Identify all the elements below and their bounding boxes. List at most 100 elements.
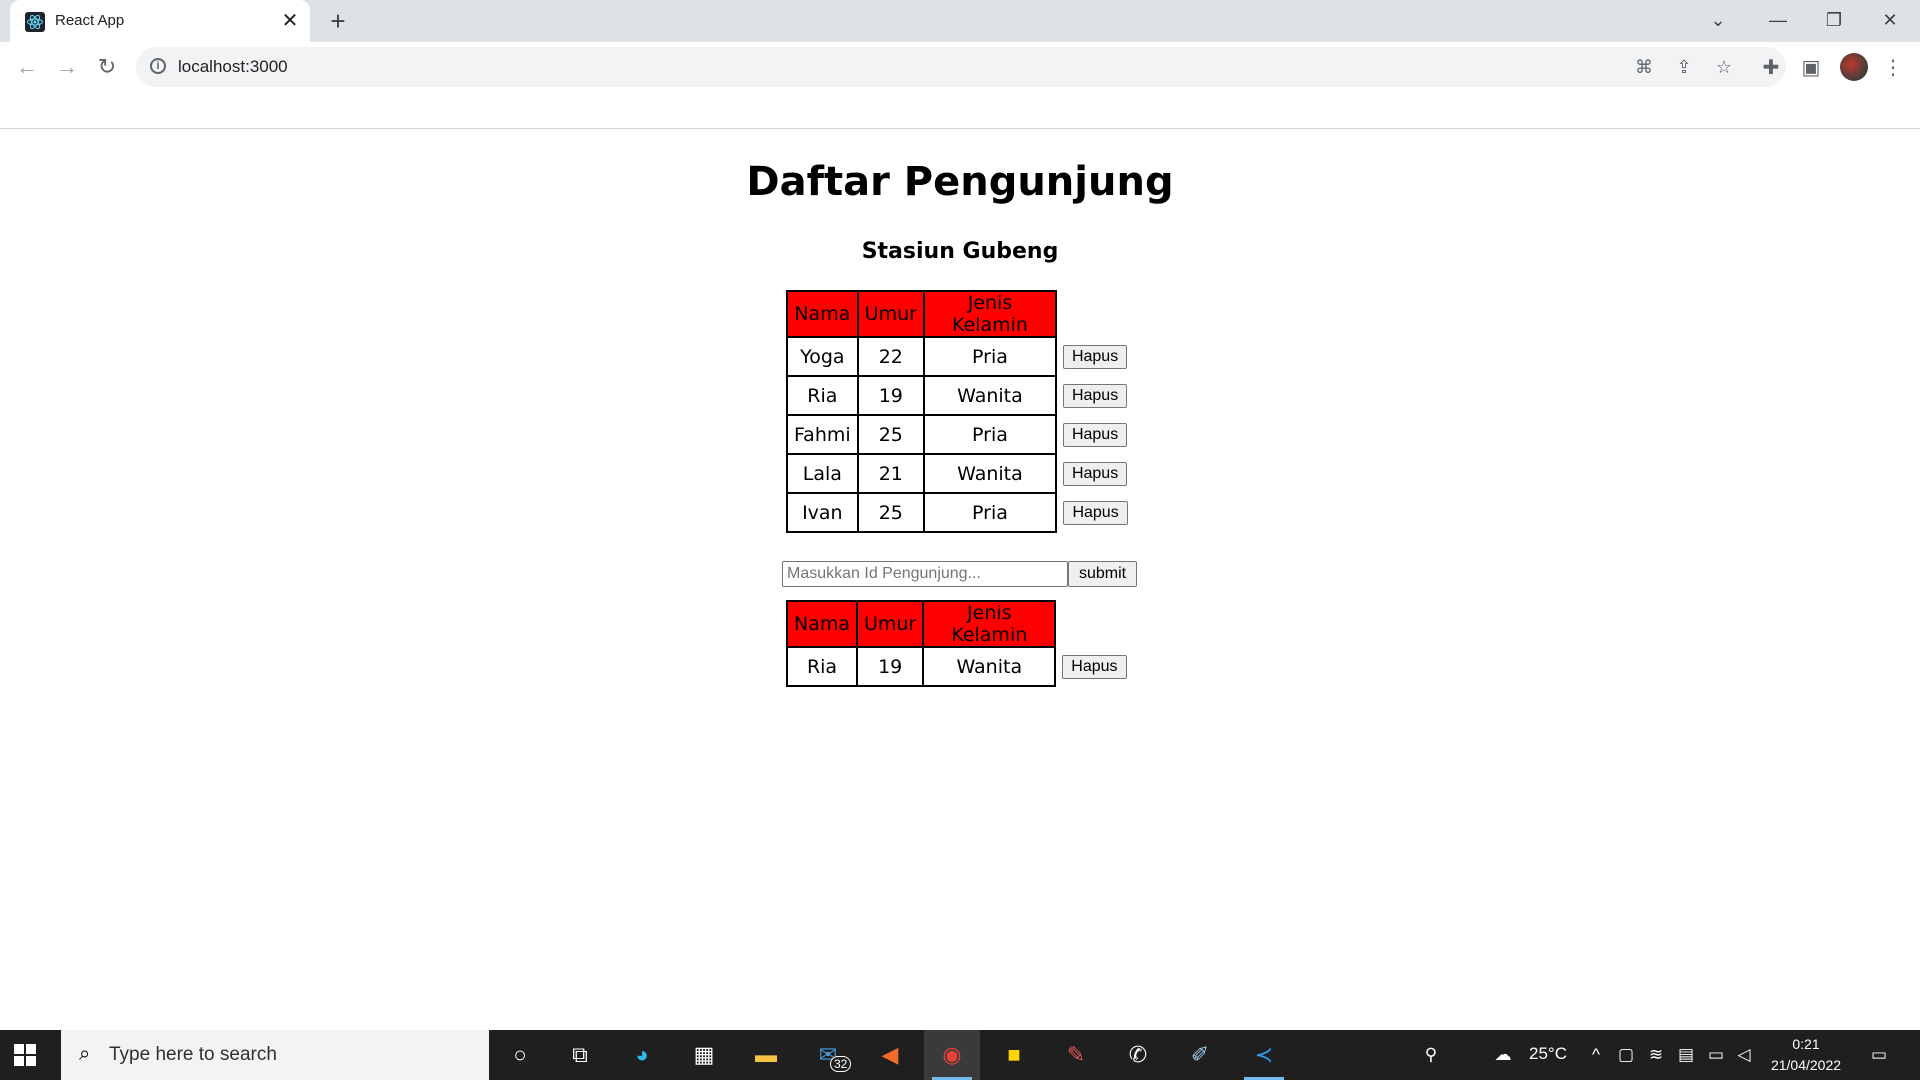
column-header-jenis-kelamin: Jenis Kelamin bbox=[922, 290, 1057, 338]
submit-button[interactable]: submit bbox=[1068, 561, 1137, 587]
new-tab-button[interactable]: + bbox=[325, 8, 351, 34]
cell-nama: Yoga bbox=[786, 336, 859, 377]
wifi-icon[interactable]: ≋ bbox=[1645, 1044, 1667, 1066]
cell-umur: 25 bbox=[856, 414, 925, 455]
close-tab-icon[interactable]: ✕ bbox=[280, 11, 300, 31]
people-icon[interactable]: ⚲ bbox=[1420, 1044, 1442, 1066]
page-title: Daftar Pengunjung bbox=[746, 159, 1174, 205]
back-icon[interactable]: ← bbox=[12, 52, 42, 82]
chrome-icon[interactable]: ◉ bbox=[924, 1030, 980, 1080]
cell-nama: Ria bbox=[786, 375, 859, 416]
table-row: Yoga 22 Pria Hapus bbox=[786, 336, 1134, 377]
mail-badge: 32 bbox=[830, 1056, 852, 1072]
show-hidden-icons-icon[interactable]: ^ bbox=[1585, 1044, 1607, 1066]
address-bar[interactable]: i localhost:3000 ⌘ ⇪ ☆ bbox=[136, 47, 1786, 87]
bookmark-star-icon[interactable]: ☆ bbox=[1712, 55, 1736, 79]
column-header-nama: Nama bbox=[786, 290, 859, 338]
extensions-icon[interactable]: ✚ bbox=[1758, 55, 1784, 81]
task-view-icon[interactable]: ⧉ bbox=[552, 1030, 608, 1080]
menu-icon[interactable]: ⋮ bbox=[1880, 55, 1906, 81]
table-row: Ivan 25 Pria Hapus bbox=[786, 492, 1134, 533]
column-header-nama: Nama bbox=[785, 600, 859, 648]
tab-strip: React App ✕ + ⌄ — ❐ ✕ bbox=[0, 0, 1920, 42]
browser-toolbar: ← → ↻ i localhost:3000 ⌘ ⇪ ☆ ✚ ▣ ⋮ bbox=[0, 42, 1920, 129]
taskbar-search-box[interactable]: ⌕ Type here to search bbox=[61, 1030, 489, 1080]
sticky-notes-icon[interactable]: ■ bbox=[986, 1030, 1042, 1080]
clock[interactable]: 0:21 21/04/2022 bbox=[1764, 1034, 1848, 1076]
paint-icon[interactable]: ✎ bbox=[1048, 1030, 1104, 1080]
result-table: Nama Umur Jenis Kelamin Ria 19 Wanita Ha… bbox=[785, 600, 1134, 687]
tab-search-icon[interactable]: ⌄ bbox=[1690, 0, 1746, 40]
table-row: Lala 21 Wanita Hapus bbox=[786, 453, 1134, 494]
cell-umur: 22 bbox=[856, 336, 925, 377]
cell-jenis-kelamin: Pria bbox=[922, 414, 1057, 455]
cell-jenis-kelamin: Wanita bbox=[922, 375, 1057, 416]
store-icon[interactable]: ▦ bbox=[676, 1030, 732, 1080]
page-content: Daftar Pengunjung Stasiun Gubeng Nama Um… bbox=[0, 129, 1920, 1030]
cell-umur: 19 bbox=[856, 375, 925, 416]
cell-nama: Lala bbox=[786, 453, 859, 494]
clock-time: 0:21 bbox=[1792, 1036, 1820, 1052]
edge-icon[interactable]: ◕ bbox=[614, 1030, 670, 1080]
cell-jenis-kelamin: Wanita bbox=[922, 453, 1057, 494]
hapus-button[interactable]: Hapus bbox=[1062, 655, 1127, 679]
hapus-button[interactable]: Hapus bbox=[1062, 384, 1128, 408]
notifications-icon[interactable]: ▭ bbox=[1868, 1044, 1890, 1066]
translate-icon[interactable]: ⌘ bbox=[1632, 55, 1656, 79]
whatsapp-icon[interactable]: ✆ bbox=[1110, 1030, 1166, 1080]
table-header-row: Nama Umur Jenis Kelamin bbox=[786, 290, 1134, 338]
page-subtitle: Stasiun Gubeng bbox=[861, 239, 1059, 264]
media-icon[interactable]: ◀ bbox=[862, 1030, 918, 1080]
table-row: Ria 19 Wanita Hapus bbox=[786, 375, 1134, 416]
share-icon[interactable]: ⇪ bbox=[1672, 55, 1696, 79]
cell-jenis-kelamin: Pria bbox=[922, 336, 1057, 377]
cell-jenis-kelamin: Pria bbox=[922, 492, 1057, 533]
table-row: Fahmi 25 Pria Hapus bbox=[786, 414, 1134, 455]
weather-text[interactable]: 25°C bbox=[1529, 1044, 1567, 1064]
taskbar: ⌕ Type here to search ○ ⧉ ◕ ▦ ▬ ✉ 32 ◀ ◉… bbox=[0, 1030, 1920, 1080]
column-header-umur: Umur bbox=[856, 600, 925, 648]
meet-icon[interactable]: ▢ bbox=[1615, 1044, 1637, 1066]
side-panel-icon[interactable]: ▣ bbox=[1798, 55, 1824, 81]
browser-tab[interactable]: React App ✕ bbox=[10, 0, 310, 42]
react-icon bbox=[25, 12, 45, 32]
hapus-button[interactable]: Hapus bbox=[1062, 345, 1128, 369]
cell-jenis-kelamin: Wanita bbox=[922, 646, 1057, 687]
battery-icon[interactable]: ▭ bbox=[1705, 1044, 1727, 1066]
forward-icon[interactable]: → bbox=[52, 52, 82, 82]
restore-icon[interactable]: ❐ bbox=[1806, 0, 1862, 40]
visitor-table: Nama Umur Jenis Kelamin Yoga 22 Pria Hap… bbox=[786, 290, 1135, 533]
vscode-icon[interactable]: ≺ bbox=[1236, 1030, 1292, 1080]
close-window-icon[interactable]: ✕ bbox=[1862, 0, 1918, 40]
info-icon[interactable]: i bbox=[150, 58, 166, 74]
cell-nama: Ivan bbox=[786, 492, 859, 533]
hapus-button[interactable]: Hapus bbox=[1062, 423, 1128, 447]
device-icon[interactable]: ▤ bbox=[1675, 1044, 1697, 1066]
table-header-row: Nama Umur Jenis Kelamin bbox=[785, 600, 1133, 648]
avatar[interactable] bbox=[1840, 53, 1868, 81]
file-explorer-icon[interactable]: ▬ bbox=[738, 1030, 794, 1080]
hapus-button[interactable]: Hapus bbox=[1063, 501, 1128, 525]
cell-umur: 19 bbox=[856, 646, 925, 687]
reload-icon[interactable]: ↻ bbox=[92, 52, 122, 82]
cell-nama: Fahmi bbox=[786, 414, 859, 455]
search-icon: ⌕ bbox=[79, 1043, 91, 1065]
column-header-umur: Umur bbox=[856, 290, 925, 338]
cell-umur: 25 bbox=[856, 492, 925, 533]
column-header-jenis-kelamin: Jenis Kelamin bbox=[922, 600, 1057, 648]
cortana-icon[interactable]: ○ bbox=[492, 1030, 548, 1080]
weather-icon[interactable]: ☁ bbox=[1492, 1044, 1514, 1066]
mail-icon[interactable]: ✉ 32 bbox=[800, 1030, 856, 1080]
windows-start-icon[interactable] bbox=[14, 1044, 36, 1066]
volume-icon[interactable]: ◁ bbox=[1733, 1044, 1755, 1066]
cell-nama: Ria bbox=[785, 646, 859, 687]
url-text[interactable]: localhost:3000 bbox=[178, 57, 288, 77]
visitor-id-input[interactable] bbox=[782, 561, 1068, 587]
table-row: Ria 19 Wanita Hapus bbox=[785, 646, 1133, 687]
hapus-button[interactable]: Hapus bbox=[1062, 462, 1128, 486]
cell-umur: 21 bbox=[856, 453, 925, 494]
tab-title: React App bbox=[55, 12, 125, 29]
clock-date: 21/04/2022 bbox=[1770, 1057, 1842, 1073]
minimize-icon[interactable]: — bbox=[1750, 0, 1806, 40]
paint3d-icon[interactable]: ✐ bbox=[1172, 1030, 1228, 1080]
